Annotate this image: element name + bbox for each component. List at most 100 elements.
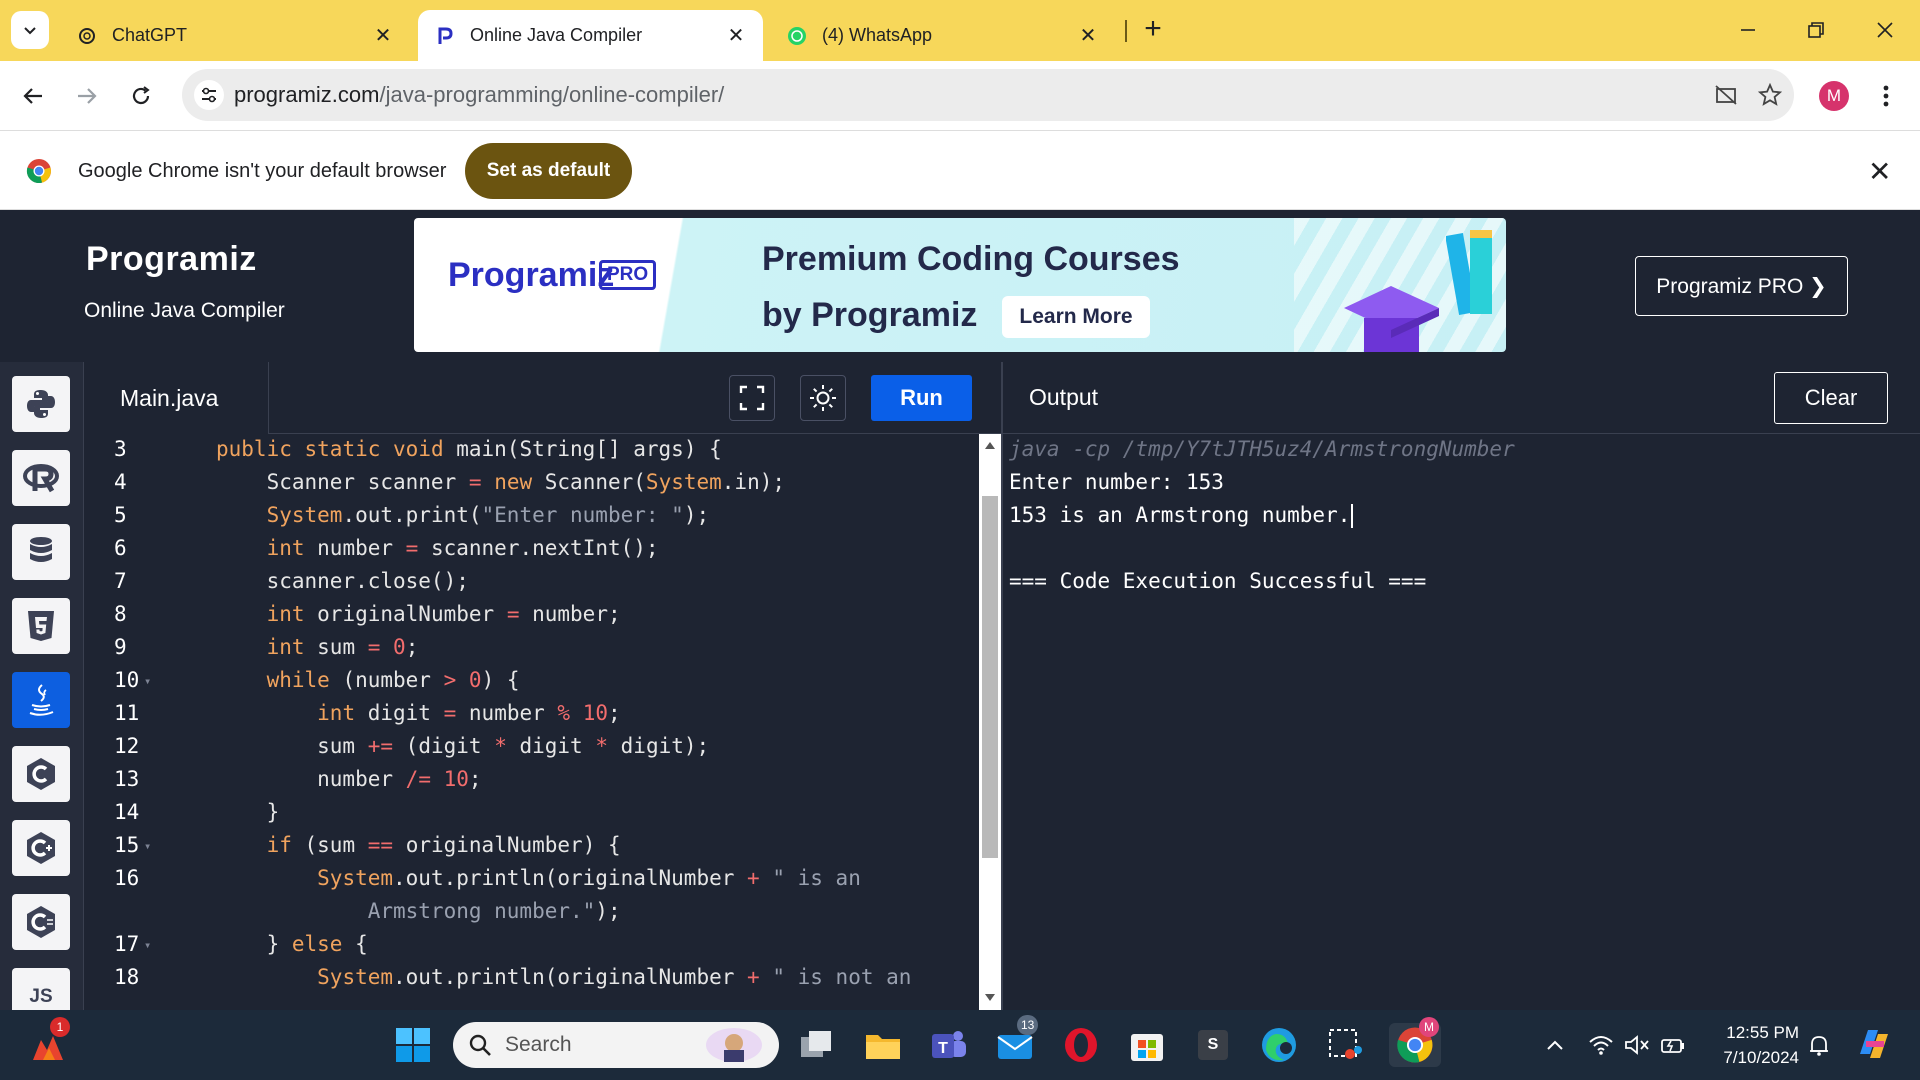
minimize-button[interactable] bbox=[1728, 12, 1768, 48]
clock[interactable]: 12:55 PM 7/10/2024 bbox=[1703, 1020, 1799, 1070]
tab-search-button[interactable] bbox=[11, 11, 49, 49]
output-console[interactable]: java -cp /tmp/Y7tJTH5uz4/ArmstrongNumber… bbox=[1003, 434, 1920, 1010]
mail-icon[interactable]: 13 bbox=[993, 1015, 1039, 1067]
fullscreen-button[interactable] bbox=[729, 375, 775, 421]
js-icon[interactable]: JS bbox=[12, 968, 70, 1010]
edge-icon[interactable] bbox=[1257, 1023, 1301, 1067]
taskbar-search[interactable]: Search bbox=[453, 1022, 779, 1068]
js-label: JS bbox=[29, 986, 53, 1007]
app-s-label: S bbox=[1198, 1030, 1228, 1060]
tab-online-java-compiler[interactable]: Online Java Compiler ✕ bbox=[418, 10, 763, 61]
show-hidden-icons-chevron-icon[interactable] bbox=[1542, 1032, 1568, 1058]
books-icon bbox=[1446, 230, 1492, 315]
code-line: int number = scanner.nextInt(); bbox=[266, 536, 659, 560]
c-icon[interactable] bbox=[12, 746, 70, 802]
programiz-pro-button[interactable]: Programiz PRO ❯ bbox=[1635, 256, 1848, 316]
code-line: while (number > 0) { bbox=[266, 668, 520, 692]
fold-arrow-icon[interactable]: ▾ bbox=[144, 674, 151, 688]
windows-taskbar: 1 Search T 13 S M 12:55 PM 7/10/2024 bbox=[0, 1010, 1920, 1080]
browser-tab-strip: ChatGPT ✕ Online Java Compiler ✕ (4) Wha… bbox=[0, 0, 1920, 61]
chrome-taskbar-icon[interactable]: M bbox=[1389, 1017, 1441, 1067]
profile-avatar[interactable]: M bbox=[1819, 81, 1849, 111]
tracking-protection-icon[interactable] bbox=[1712, 81, 1740, 109]
page-subtitle: Online Java Compiler bbox=[84, 299, 285, 322]
fold-arrow-icon[interactable]: ▾ bbox=[144, 938, 151, 952]
python-icon[interactable] bbox=[12, 376, 70, 432]
tab-chatgpt[interactable]: ChatGPT ✕ bbox=[60, 10, 410, 61]
close-window-button[interactable] bbox=[1865, 12, 1905, 48]
file-tab-main-java[interactable]: Main.java bbox=[84, 362, 269, 434]
code-line: System.out.println(originalNumber + " is… bbox=[317, 965, 912, 989]
opera-icon[interactable] bbox=[1059, 1023, 1103, 1067]
line-number: 9 bbox=[114, 635, 127, 659]
run-button[interactable]: Run bbox=[871, 375, 972, 421]
programiz-favicon-icon bbox=[434, 25, 456, 47]
scrollbar-thumb[interactable] bbox=[982, 496, 998, 858]
banner-title-line2: by Programiz bbox=[762, 296, 978, 334]
promo-banner[interactable]: Programiz PRO Premium Coding Courses by … bbox=[414, 218, 1506, 352]
battery-icon[interactable] bbox=[1660, 1032, 1686, 1058]
code-line: Armstrong number."); bbox=[367, 899, 621, 923]
widgets-icon[interactable]: 1 bbox=[26, 1017, 70, 1067]
browser-menu-button[interactable] bbox=[1874, 79, 1898, 113]
line-number: 6 bbox=[114, 536, 127, 560]
microsoft-store-icon[interactable] bbox=[1125, 1023, 1169, 1067]
learn-more-button[interactable]: Learn More bbox=[1002, 296, 1150, 338]
scroll-down-arrow-icon[interactable] bbox=[985, 994, 995, 1001]
r-icon[interactable] bbox=[12, 450, 70, 506]
wifi-icon[interactable] bbox=[1588, 1032, 1614, 1058]
clear-button[interactable]: Clear bbox=[1774, 372, 1888, 424]
address-bar[interactable]: programiz.com/java-programming/online-co… bbox=[182, 69, 1794, 121]
back-button[interactable] bbox=[14, 77, 52, 115]
close-tab-icon[interactable]: ✕ bbox=[1077, 23, 1099, 48]
bookmark-star-icon[interactable] bbox=[1756, 81, 1784, 109]
chrome-logo-icon bbox=[26, 159, 51, 184]
browser-toolbar: programiz.com/java-programming/online-co… bbox=[0, 61, 1920, 130]
new-tab-button[interactable]: + bbox=[1138, 14, 1168, 46]
file-explorer-icon[interactable] bbox=[861, 1023, 905, 1067]
fold-arrow-icon[interactable]: ▾ bbox=[144, 839, 151, 853]
copilot-icon[interactable] bbox=[1854, 1024, 1894, 1064]
tab-title: Online Java Compiler bbox=[470, 25, 643, 45]
programiz-logo[interactable]: Programiz bbox=[86, 240, 257, 279]
editor-toolbar: Main.java Run bbox=[84, 362, 1001, 434]
code-line: public static void main(String[] args) { bbox=[216, 437, 722, 461]
reload-icon bbox=[132, 86, 150, 105]
code-editor[interactable]: 3 4 5 6 7 8 9 10 ▾ 11 12 13 14 15 ▾ 16 1… bbox=[84, 434, 979, 1010]
reload-button[interactable] bbox=[122, 77, 160, 115]
widgets-badge: 1 bbox=[50, 1017, 70, 1037]
code-line: scanner.close(); bbox=[216, 569, 469, 593]
app-s-icon[interactable]: S bbox=[1191, 1023, 1235, 1067]
snipping-tool-icon[interactable] bbox=[1323, 1023, 1367, 1067]
close-tab-icon[interactable]: ✕ bbox=[725, 23, 747, 48]
svg-text:T: T bbox=[938, 1040, 948, 1057]
url-domain: programiz.com bbox=[234, 82, 380, 107]
tab-title: (4) WhatsApp bbox=[822, 25, 933, 45]
windows-logo-icon bbox=[396, 1028, 430, 1062]
infobar-close-icon[interactable]: ✕ bbox=[1868, 155, 1891, 188]
start-button[interactable] bbox=[391, 1023, 435, 1067]
notification-bell-icon[interactable] bbox=[1806, 1032, 1832, 1058]
line-number: 8 bbox=[114, 602, 127, 626]
url-text: programiz.com/java-programming/online-co… bbox=[234, 82, 724, 108]
forward-button[interactable] bbox=[68, 77, 106, 115]
set-as-default-button[interactable]: Set as default bbox=[465, 143, 632, 199]
tab-whatsapp[interactable]: (4) WhatsApp ✕ bbox=[770, 10, 1115, 61]
site-settings-icon[interactable] bbox=[194, 80, 224, 110]
output-line: === Code Execution Successful === bbox=[1009, 569, 1427, 593]
scroll-up-arrow-icon[interactable] bbox=[985, 442, 995, 449]
restore-button[interactable] bbox=[1796, 12, 1836, 48]
line-number: 12 bbox=[114, 734, 140, 758]
volume-muted-icon[interactable] bbox=[1624, 1032, 1650, 1058]
csharp-icon[interactable] bbox=[12, 894, 70, 950]
java-icon[interactable] bbox=[12, 672, 70, 728]
teams-icon[interactable]: T bbox=[927, 1023, 971, 1067]
theme-toggle-button[interactable] bbox=[800, 375, 846, 421]
html5-icon[interactable] bbox=[12, 598, 70, 654]
sql-icon[interactable] bbox=[12, 524, 70, 580]
cpp-icon[interactable] bbox=[12, 820, 70, 876]
task-view-icon[interactable] bbox=[795, 1023, 839, 1067]
close-tab-icon[interactable]: ✕ bbox=[372, 23, 394, 48]
code-line: } else { bbox=[216, 932, 368, 956]
editor-scrollbar[interactable] bbox=[979, 434, 1001, 1010]
